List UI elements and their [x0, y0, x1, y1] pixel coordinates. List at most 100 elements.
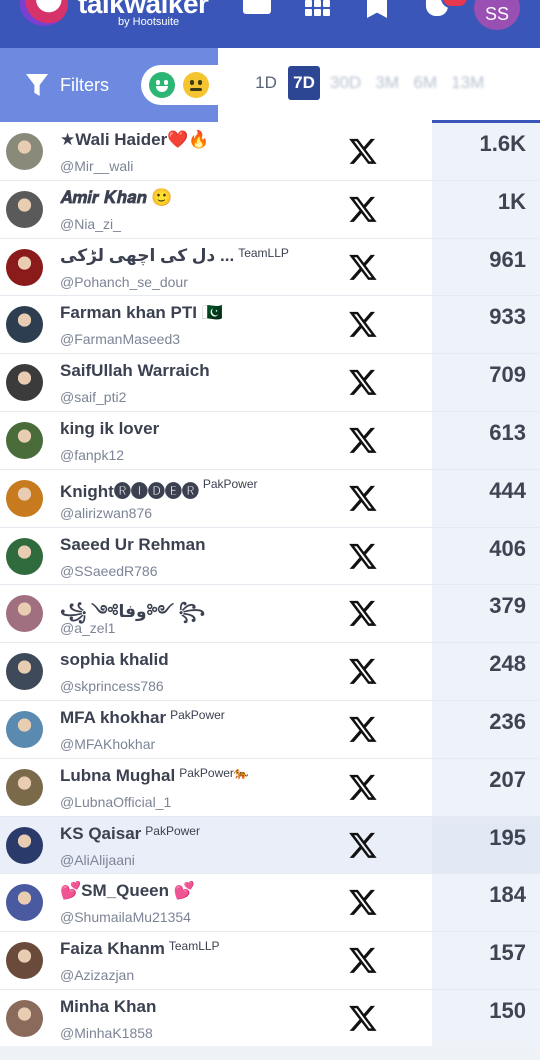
- x-icon[interactable]: [348, 714, 378, 744]
- influencer-handle[interactable]: @fanpk12: [60, 447, 124, 463]
- influencer-name-text: sophia khalid: [60, 650, 169, 670]
- avatar[interactable]: [6, 710, 43, 748]
- filters-button[interactable]: Filters: [26, 72, 109, 98]
- influencer-handle[interactable]: @Azizazjan: [60, 967, 134, 983]
- range-30d[interactable]: 30D: [326, 66, 365, 100]
- range-13m[interactable]: 13M: [447, 66, 488, 100]
- range-3m[interactable]: 3M: [371, 66, 403, 100]
- influencer-name-suffix: PakPower: [202, 476, 258, 491]
- avatar[interactable]: [6, 479, 43, 517]
- influencer-name[interactable]: sophia khalid: [60, 650, 173, 670]
- x-icon[interactable]: [348, 309, 378, 339]
- influence-value: 444: [489, 477, 526, 503]
- influencer-handle[interactable]: @alirizwan876: [60, 505, 152, 521]
- sentiment-toggle[interactable]: [141, 65, 219, 105]
- avatar[interactable]: [6, 248, 43, 286]
- influencer-handle[interactable]: @SSaeedR786: [60, 563, 158, 579]
- x-icon[interactable]: [348, 830, 378, 860]
- influencer-name[interactable]: 💕SM_Queen 💕: [60, 881, 199, 901]
- influencer-handle[interactable]: @Mir__wali: [60, 158, 133, 174]
- influencer-name[interactable]: Farman khan PTI 🇵🇰: [60, 303, 227, 323]
- x-icon[interactable]: [348, 425, 378, 455]
- x-icon[interactable]: [348, 483, 378, 513]
- influencer-name[interactable]: MFA khokhar PakPower: [60, 708, 225, 728]
- influencer-name[interactable]: SaifUllah Warraich: [60, 361, 214, 381]
- avatar[interactable]: [6, 421, 43, 459]
- avatar[interactable]: [6, 884, 43, 922]
- avatar[interactable]: [6, 942, 43, 980]
- list-item[interactable]: Faiza Khanm TeamLLP @Azizazjan 157: [0, 932, 540, 990]
- x-icon[interactable]: [348, 252, 378, 282]
- influence-value: 248: [489, 651, 526, 677]
- list-item[interactable]: Farman khan PTI 🇵🇰 @FarmanMaseed3 933: [0, 296, 540, 355]
- x-icon[interactable]: [348, 598, 378, 628]
- list-item[interactable]: Knight🅡🅘🅓🅔🅡 PakPower @alirizwan876 444: [0, 469, 540, 528]
- influencer-name[interactable]: Faiza Khanm TeamLLP: [60, 939, 220, 959]
- influencer-handle[interactable]: @AliAlijaani: [60, 852, 135, 868]
- x-icon[interactable]: [348, 541, 378, 571]
- x-icon[interactable]: [348, 136, 378, 166]
- influencer-name[interactable]: king ik lover: [60, 419, 163, 439]
- list-item[interactable]: 𝑨𝒎𝒊𝒓 𝑲𝒉𝒂𝒏 🙂 @Nia_zi_ 1K: [0, 180, 540, 239]
- influencer-name[interactable]: ★Wali Haider❤️🔥: [60, 130, 214, 150]
- influencer-name-text: king ik lover: [60, 418, 160, 438]
- influencer-handle[interactable]: @saif_pti2: [60, 389, 126, 405]
- influencer-name[interactable]: 𝑨𝒎𝒊𝒓 𝑲𝒉𝒂𝒏 🙂: [60, 188, 177, 208]
- neutral-sentiment-icon[interactable]: [183, 72, 209, 98]
- positive-sentiment-icon[interactable]: [149, 72, 175, 98]
- influencer-handle[interactable]: @a_zel1: [60, 620, 115, 636]
- influencer-handle[interactable]: @ShumailaMu21354: [60, 909, 191, 925]
- influencer-handle[interactable]: @LubnaOfficial_1: [60, 794, 171, 810]
- influencer-name[interactable]: دل کی اچھی لڑکی ... TeamLLP: [60, 246, 289, 266]
- x-icon[interactable]: [348, 945, 378, 975]
- x-icon[interactable]: [348, 194, 378, 224]
- influencer-handle[interactable]: @FarmanMaseed3: [60, 331, 180, 347]
- x-icon[interactable]: [348, 367, 378, 397]
- x-icon[interactable]: [348, 887, 378, 917]
- avatar[interactable]: [6, 768, 43, 806]
- list-item[interactable]: Saeed Ur Rehman @SSaeedR786 406: [0, 527, 540, 586]
- avatar[interactable]: [6, 999, 43, 1037]
- list-item[interactable]: 💕SM_Queen 💕 @ShumailaMu21354 184: [0, 874, 540, 933]
- list-item[interactable]: دل کی اچھی لڑکی ... TeamLLP @Pohanch_se_do…: [0, 238, 540, 297]
- range-6m[interactable]: 6M: [409, 66, 441, 100]
- avatar[interactable]: [6, 190, 43, 228]
- influencer-name[interactable]: Minha Khan: [60, 997, 160, 1017]
- influence-value: 709: [489, 362, 526, 388]
- user-avatar[interactable]: SS: [474, 0, 520, 30]
- range-1d[interactable]: 1D: [250, 66, 282, 100]
- influencer-handle[interactable]: @MFAKhokhar: [60, 736, 155, 752]
- list-item[interactable]: ★Wali Haider❤️🔥 @Mir__wali 1.6K: [0, 123, 540, 181]
- list-item[interactable]: KS Qaisar PakPower @AliAlijaani 195: [0, 816, 540, 875]
- influencer-handle[interactable]: @MinhaK1858: [60, 1025, 153, 1041]
- avatar[interactable]: [6, 133, 43, 170]
- list-item[interactable]: king ik lover @fanpk12 613: [0, 411, 540, 470]
- influencer-name[interactable]: Lubna Mughal PakPower🐅: [60, 766, 249, 786]
- avatar[interactable]: [6, 653, 43, 691]
- influencer-handle[interactable]: @Nia_zi_: [60, 216, 121, 232]
- influencer-name[interactable]: Knight🅡🅘🅓🅔🅡 PakPower: [60, 477, 258, 502]
- avatar[interactable]: [6, 537, 43, 575]
- avatar[interactable]: [6, 364, 43, 402]
- influencer-handle[interactable]: @skprincess786: [60, 678, 164, 694]
- influencer-name-text: 𝑨𝒎𝒊𝒓 𝑲𝒉𝒂𝒏 🙂: [60, 187, 173, 207]
- folder-icon[interactable]: [243, 0, 271, 14]
- avatar[interactable]: [6, 306, 43, 344]
- bookmark-icon[interactable]: [367, 0, 387, 18]
- x-icon[interactable]: [348, 772, 378, 802]
- range-7d[interactable]: 7D: [288, 66, 320, 100]
- list-item[interactable]: sophia khalid @skprincess786 248: [0, 643, 540, 701]
- avatar[interactable]: [6, 595, 43, 633]
- list-item[interactable]: Minha Khan @MinhaK1858 150: [0, 989, 540, 1048]
- x-icon[interactable]: [348, 1003, 378, 1033]
- influencer-name[interactable]: KS Qaisar PakPower: [60, 824, 200, 844]
- list-item[interactable]: ꧁ ༺وفا༻ ꧂ @a_zel1 379: [0, 585, 540, 644]
- talkwalker-logo-icon[interactable]: [20, 0, 68, 26]
- avatar[interactable]: [6, 826, 43, 864]
- influencer-handle[interactable]: @Pohanch_se_dour: [60, 274, 188, 290]
- x-icon[interactable]: [348, 656, 378, 686]
- list-item[interactable]: SaifUllah Warraich @saif_pti2 709: [0, 354, 540, 412]
- list-item[interactable]: Lubna Mughal PakPower🐅 @LubnaOfficial_1 207: [0, 758, 540, 817]
- influencer-name[interactable]: Saeed Ur Rehman: [60, 535, 210, 555]
- list-item[interactable]: MFA khokhar PakPower @MFAKhokhar 236: [0, 700, 540, 759]
